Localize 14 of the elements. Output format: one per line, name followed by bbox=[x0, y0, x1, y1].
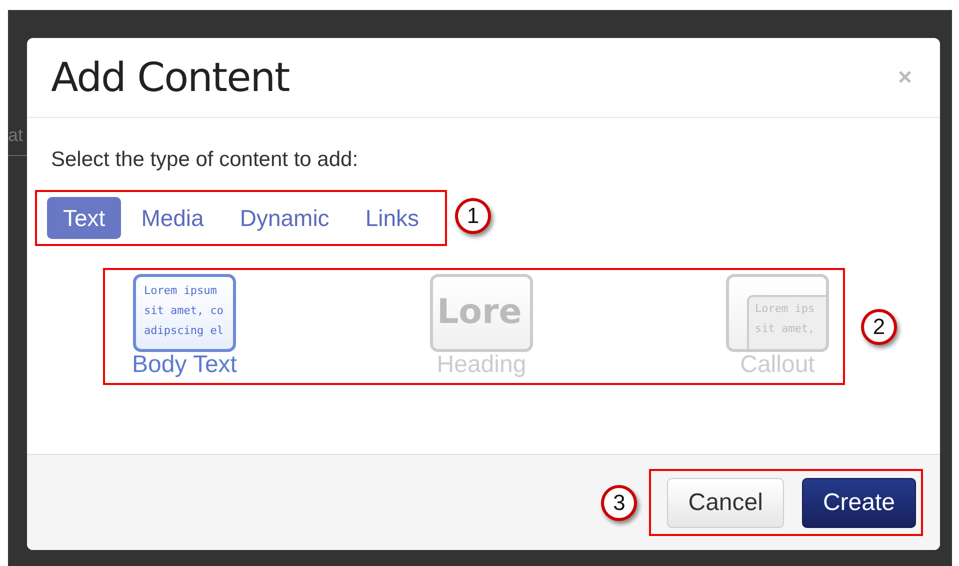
tab[interactable]: Links bbox=[349, 196, 436, 239]
content-type-label[interactable]: Body Text bbox=[132, 352, 237, 378]
page-text: at bbox=[8, 124, 24, 147]
tab[interactable]: Media bbox=[125, 196, 220, 239]
callout-number: 1 bbox=[455, 198, 492, 234]
callout-number: 2 bbox=[861, 308, 897, 344]
callout-number: 3 bbox=[601, 484, 638, 520]
content-preview[interactable]: Lorem ipsum sit amet, co adipscing el bbox=[132, 274, 236, 352]
tab[interactable]: Text bbox=[47, 196, 122, 239]
dialog-title: Add Content bbox=[51, 54, 290, 102]
create-button[interactable]: Create bbox=[802, 478, 916, 528]
cancel-button[interactable]: Cancel bbox=[667, 478, 784, 528]
prompt-text: Select the type of content to add: bbox=[51, 147, 360, 173]
tab[interactable]: Dynamic bbox=[224, 196, 346, 239]
